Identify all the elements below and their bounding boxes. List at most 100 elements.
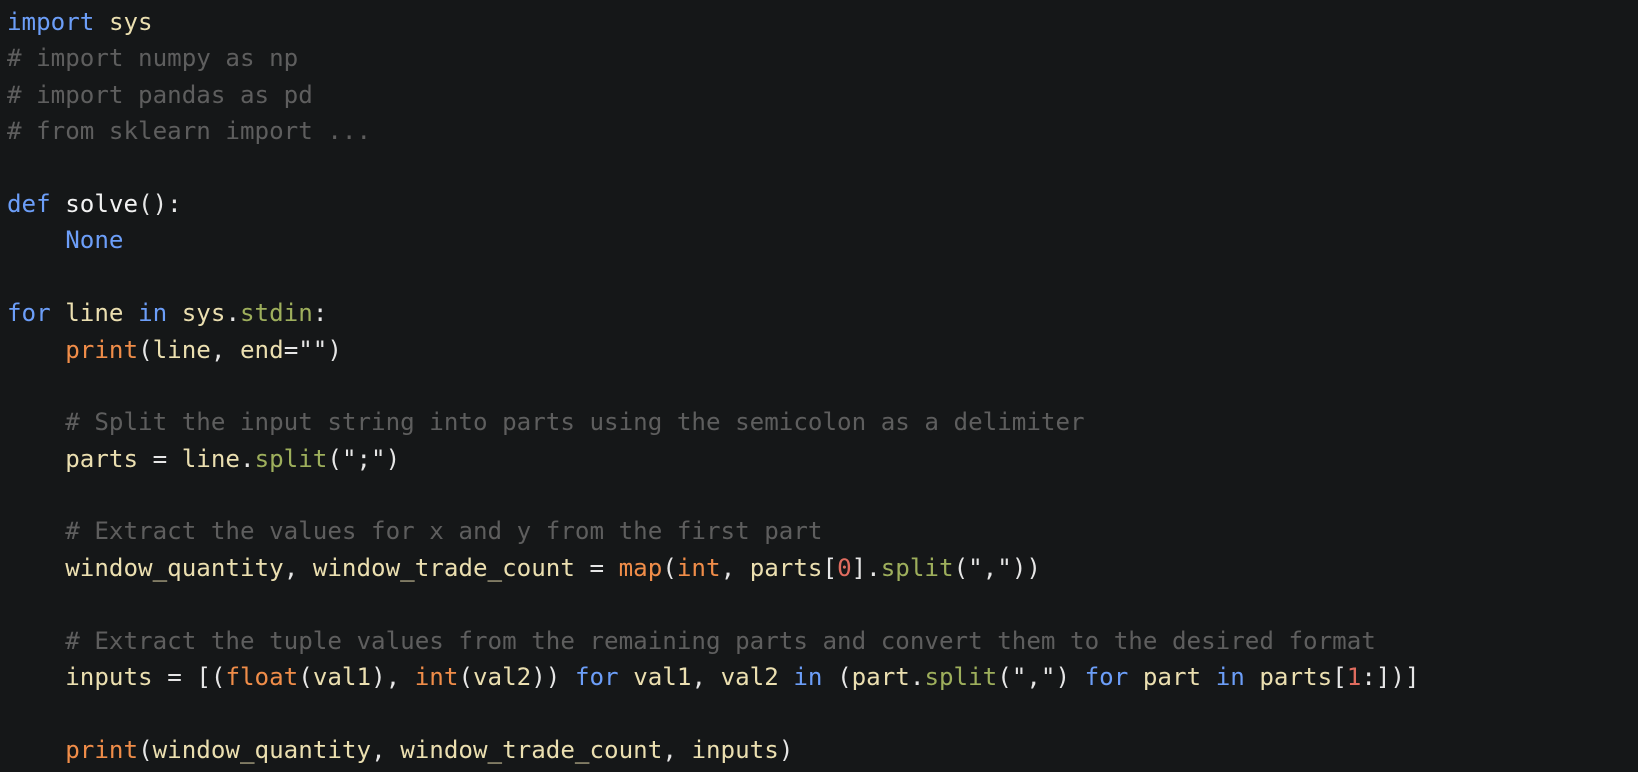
code-line[interactable]: # from sklearn import ... bbox=[7, 113, 1638, 149]
code-comment: # Split the input string into parts usin… bbox=[65, 408, 1085, 437]
code-line[interactable]: # import numpy as np bbox=[7, 40, 1638, 76]
code-token: ( bbox=[298, 663, 313, 692]
code-token: def bbox=[7, 189, 51, 218]
code-line[interactable]: ​ bbox=[7, 150, 1638, 186]
code-token: ) bbox=[778, 735, 794, 764]
code-token: stdin bbox=[240, 299, 313, 328]
code-token: ( bbox=[837, 663, 852, 692]
code-line[interactable]: import sys bbox=[7, 4, 1638, 40]
code-line[interactable]: ​ bbox=[7, 259, 1638, 295]
code-token: [ bbox=[1332, 663, 1347, 692]
code-line[interactable]: parts = line.split(";") bbox=[7, 441, 1638, 477]
code-token: val1 bbox=[312, 663, 372, 692]
code-line[interactable]: ​ bbox=[7, 586, 1638, 622]
code-token: parts bbox=[65, 444, 139, 473]
code-token: window_quantity bbox=[65, 553, 284, 582]
code-token: part bbox=[1142, 663, 1202, 692]
code-token: ( bbox=[997, 663, 1012, 692]
code-token: , bbox=[283, 553, 313, 582]
code-token: = bbox=[167, 663, 182, 692]
code-token: [( bbox=[196, 663, 226, 692]
code-token: split bbox=[924, 663, 998, 692]
code-token: window_trade_count bbox=[312, 553, 575, 582]
code-line[interactable]: # import pandas as pd bbox=[7, 77, 1638, 113]
code-editor[interactable]: import sys # import numpy as np # import p… bbox=[0, 0, 1638, 772]
code-token: . bbox=[909, 663, 925, 692]
code-token: ( bbox=[327, 444, 342, 473]
code-token: val2 bbox=[473, 663, 532, 692]
code-token: inputs bbox=[65, 663, 153, 692]
code-token: for bbox=[7, 299, 51, 328]
code-token: int bbox=[676, 553, 721, 582]
code-token: : bbox=[312, 299, 328, 328]
code-token: in bbox=[1215, 663, 1245, 692]
code-token: in bbox=[793, 663, 823, 692]
code-token: "" bbox=[298, 335, 328, 364]
code-comment: # import numpy as np bbox=[7, 44, 299, 73]
code-token: print bbox=[65, 335, 139, 364]
code-line[interactable]: print(window_quantity, window_trade_coun… bbox=[7, 732, 1638, 768]
code-token: , bbox=[720, 553, 750, 582]
code-line[interactable]: ​ bbox=[7, 477, 1638, 513]
code-token: ( bbox=[138, 335, 153, 364]
code-line[interactable]: print(line, end="") bbox=[7, 332, 1638, 368]
code-token: for bbox=[1084, 663, 1129, 692]
code-token: = bbox=[152, 444, 168, 473]
code-token: end bbox=[240, 335, 284, 364]
code-token: , bbox=[210, 335, 240, 364]
code-token: window_trade_count bbox=[400, 735, 663, 764]
code-line[interactable]: for line in sys.stdin: bbox=[7, 295, 1638, 331]
code-line[interactable]: ​ bbox=[7, 368, 1638, 404]
code-line[interactable]: def solve(): bbox=[7, 186, 1638, 222]
code-token: val1 bbox=[633, 663, 692, 692]
code-line[interactable]: inputs = [(float(val1), int(val2)) for v… bbox=[7, 659, 1638, 695]
code-token: ( bbox=[458, 663, 473, 692]
code-token: ]. bbox=[851, 553, 881, 582]
code-token: window_quantity bbox=[152, 735, 372, 764]
code-token: map bbox=[618, 553, 663, 582]
code-comment: # from sklearn import ... bbox=[7, 117, 372, 146]
code-line[interactable]: window_quantity, window_trade_count = ma… bbox=[7, 550, 1638, 586]
code-token: val2 bbox=[720, 663, 779, 692]
code-line[interactable]: ​ bbox=[7, 695, 1638, 731]
code-line[interactable]: # Split the input string into parts usin… bbox=[7, 404, 1638, 440]
code-token: = bbox=[283, 335, 299, 364]
code-token: print bbox=[65, 735, 139, 764]
code-token: 0 bbox=[837, 553, 852, 582]
code-token: in bbox=[138, 299, 168, 328]
code-line[interactable]: None bbox=[7, 222, 1638, 258]
code-line[interactable]: # Extract the tuple values from the rema… bbox=[7, 623, 1638, 659]
code-token: line bbox=[152, 335, 211, 364]
code-token: part bbox=[851, 663, 910, 692]
code-token: . bbox=[225, 299, 240, 328]
code-token: sys bbox=[181, 299, 226, 328]
code-token: ( bbox=[138, 735, 153, 764]
code-token: ) bbox=[327, 335, 342, 364]
code-token: None bbox=[65, 226, 124, 255]
code-token: "," bbox=[968, 553, 1012, 582]
code-token: line bbox=[65, 299, 124, 328]
code-token: inputs bbox=[691, 735, 779, 764]
code-token: )) bbox=[1011, 553, 1041, 582]
code-line[interactable]: # Extract the values for x and y from th… bbox=[7, 513, 1638, 549]
